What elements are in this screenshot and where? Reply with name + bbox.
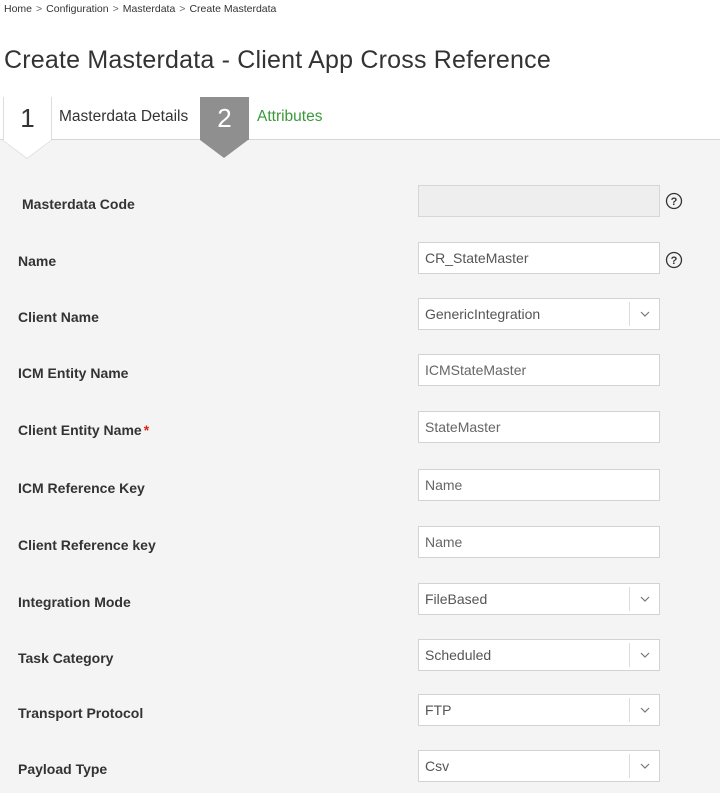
name-label: Name: [18, 253, 57, 269]
name-input[interactable]: [418, 242, 660, 274]
chevron-down-icon[interactable]: [630, 640, 659, 670]
page-title: Create Masterdata - Client App Cross Ref…: [4, 46, 551, 74]
step-number-box: 1: [3, 97, 52, 158]
client-reference-key-label: Client Reference key: [18, 537, 156, 553]
breadcrumb-create-masterdata: Create Masterdata: [189, 3, 277, 15]
step-number: 2: [217, 103, 232, 133]
question-circle-icon[interactable]: ?: [665, 192, 683, 210]
client-entity-name-label: Client Entity Name *: [18, 422, 149, 438]
transport-protocol-select[interactable]: FTP: [418, 694, 660, 726]
row-name: Name ?: [0, 242, 720, 282]
icm-reference-key-input[interactable]: [418, 469, 660, 501]
masterdata-code-input[interactable]: [418, 185, 660, 217]
row-client-reference-key: Client Reference key: [0, 526, 720, 566]
chevron-down-icon[interactable]: [630, 695, 659, 725]
step-label: Attributes: [257, 108, 323, 125]
client-name-select[interactable]: GenericIntegration: [418, 298, 660, 330]
client-reference-key-input[interactable]: [418, 526, 660, 558]
breadcrumb-masterdata[interactable]: Masterdata: [123, 3, 176, 15]
breadcrumb: Home > Configuration > Masterdata > Create Mas…: [4, 3, 276, 15]
wizard-steps: 1 Masterdata Details 2 Attributes: [0, 97, 720, 162]
step-label: Masterdata Details: [59, 108, 189, 125]
payload-type-label: Payload Type: [18, 761, 108, 777]
integration-mode-label: Integration Mode: [18, 594, 131, 610]
step-number-box: 2: [200, 97, 249, 158]
row-client-name: Client Name GenericIntegration: [0, 298, 720, 338]
row-icm-reference-key: ICM Reference Key: [0, 469, 720, 509]
task-category-select[interactable]: Scheduled: [418, 639, 660, 671]
breadcrumb-home[interactable]: Home: [4, 3, 32, 15]
breadcrumb-separator: >: [112, 3, 119, 15]
chevron-down-icon[interactable]: [630, 299, 659, 329]
question-circle-icon[interactable]: ?: [665, 251, 683, 269]
step-arrow: [3, 140, 51, 158]
chevron-down-icon[interactable]: [630, 751, 659, 781]
step-arrow: [200, 140, 248, 158]
svg-text:?: ?: [671, 255, 678, 267]
row-client-entity-name: Client Entity Name *: [0, 411, 720, 451]
task-category-label: Task Category: [18, 650, 114, 666]
client-entity-name-text: Client Entity Name: [18, 422, 142, 438]
masterdata-code-label: Masterdata Code: [22, 196, 135, 212]
integration-mode-value: FileBased: [425, 591, 488, 607]
row-masterdata-code: Masterdata Code ?: [0, 185, 720, 225]
row-icm-entity-name: ICM Entity Name: [0, 354, 720, 394]
payload-type-select[interactable]: Csv: [418, 750, 660, 782]
transport-protocol-value: FTP: [425, 702, 452, 718]
icm-reference-key-label: ICM Reference Key: [18, 480, 145, 496]
client-name-value: GenericIntegration: [425, 306, 541, 322]
client-name-label: Client Name: [18, 309, 99, 325]
integration-mode-select[interactable]: FileBased: [418, 583, 660, 615]
payload-type-value: Csv: [425, 758, 450, 774]
task-category-value: Scheduled: [425, 647, 492, 663]
client-entity-name-input[interactable]: [418, 411, 660, 443]
transport-protocol-label: Transport Protocol: [18, 705, 144, 721]
required-asterisk: *: [143, 422, 150, 438]
svg-text:?: ?: [671, 196, 678, 208]
icm-entity-name-label: ICM Entity Name: [18, 365, 129, 381]
form-panel: Masterdata Code ? Name ? Client Name Gen…: [0, 139, 720, 793]
breadcrumb-configuration[interactable]: Configuration: [46, 3, 108, 15]
step-number: 1: [20, 103, 35, 133]
chevron-down-icon[interactable]: [630, 584, 659, 614]
row-payload-type: Payload Type Csv: [0, 750, 720, 790]
icm-entity-name-input[interactable]: [418, 354, 660, 386]
row-integration-mode: Integration Mode FileBased: [0, 583, 720, 623]
breadcrumb-separator: >: [179, 3, 186, 15]
breadcrumb-separator: >: [36, 3, 43, 15]
row-task-category: Task Category Scheduled: [0, 639, 720, 679]
row-transport-protocol: Transport Protocol FTP: [0, 694, 720, 734]
